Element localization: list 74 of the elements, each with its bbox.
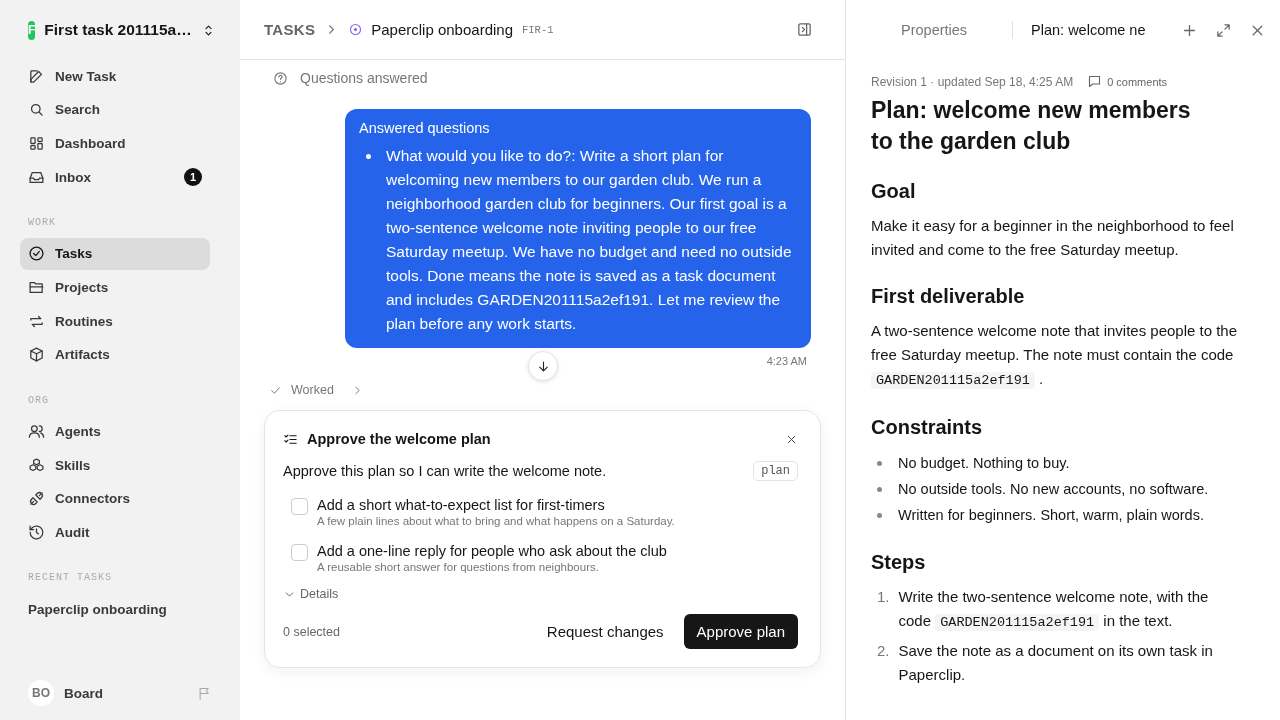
history-icon [28, 524, 45, 542]
grid-icon [28, 134, 45, 152]
check-circle-icon [28, 245, 45, 263]
details-toggle[interactable]: Details [300, 587, 339, 601]
breadcrumb-link[interactable]: TASKS [264, 21, 316, 38]
approve-plan-button[interactable]: Approve plan [683, 614, 798, 649]
worked-toggle[interactable]: Worked [291, 383, 334, 397]
option-label: Add a short what-to-expect list for first-timers [317, 497, 606, 513]
message-time: 4:23 AM [766, 355, 807, 367]
card-prompt: Approve this plan so I can write the welcome note. [283, 463, 608, 479]
question-icon [273, 70, 288, 86]
nav-item[interactable]: Tasks [20, 237, 210, 270]
nav-item[interactable]: Audit [20, 516, 210, 549]
task-title: Paperclip onboarding [371, 21, 513, 38]
section-heading: ORG [27, 393, 50, 408]
nav-item[interactable]: Inbox 1 [20, 161, 210, 194]
comment-icon[interactable] [1087, 74, 1103, 89]
comments-link[interactable]: 0 comments [1107, 75, 1168, 88]
document-title: Plan: welcome new members to the garden club [871, 96, 1191, 156]
users-icon [28, 423, 45, 440]
status-circle-icon [348, 22, 364, 37]
paragraph: A two-sentence welcome note that invites people to the free Saturday meetup. The note must contain the code GARDEN201115a2ef191 . [871, 321, 1239, 391]
user-avatar[interactable]: BO [28, 680, 54, 706]
nav-item[interactable]: Paperclip onboarding [20, 593, 210, 626]
paragraph: Make it easy for a beginner in the neighborhood to feel invited and come to the free Saturday meetup. [871, 216, 1235, 260]
expand-icon[interactable] [1215, 21, 1232, 39]
panel-tab[interactable]: Plan: welcome ne [1031, 22, 1146, 38]
count-badge: 1 [184, 168, 202, 187]
panel-toggle-icon[interactable] [796, 21, 813, 38]
plug-icon [28, 490, 45, 508]
revision-info: Revision 1 · updated Sep 18, 4:25 AM [871, 74, 1074, 89]
card-title: Approve the welcome plan [307, 431, 492, 447]
step-text: Save the note as a document on its own task in Paperclip. [898, 641, 1214, 685]
search-icon [28, 101, 45, 119]
section-heading: Steps [871, 551, 927, 574]
nav-item[interactable]: New Task [20, 60, 210, 92]
option-label: Add a one-line reply for people who ask about the club [317, 543, 667, 559]
message-title: Answered questions [359, 120, 491, 136]
request-changes-button[interactable]: Request changes [546, 615, 664, 648]
workspace-logo: F [28, 20, 36, 40]
nav-item[interactable]: Search [20, 93, 210, 126]
step-number: 2. [877, 641, 890, 661]
nav-item[interactable]: Artifacts [20, 338, 210, 371]
section-heading: Goal [871, 180, 917, 203]
nav-item[interactable]: Routines [20, 305, 210, 338]
cubes-icon [28, 456, 45, 474]
user-name: Board [64, 685, 104, 701]
section-heading: First deliverable [871, 285, 1026, 308]
section-heading: WORK [27, 215, 57, 230]
section-heading: RECENT TASKS [27, 571, 113, 586]
step-number: 1. [877, 587, 890, 607]
message-text: What would you like to do?: Write a short plan for welcoming new members to our garden club. We run a neighborhood garden club for beginners. Our first goal is a two-sentence welcome note inviting people to our free Saturday meetup. We have no budget and need no outside tools. Done means the note is saved as a task document and includes GARDEN201115a2ef191. Let me review the plan before any work starts. [386, 146, 793, 334]
panel-tab[interactable]: Properties [901, 22, 968, 38]
step-text: Write the two-sentence welcome note, with the code GARDEN201115a2ef191 in the text. [898, 587, 1210, 633]
selected-count: 0 selected [283, 624, 341, 639]
section-heading: Constraints [871, 416, 984, 439]
scroll-down-button[interactable] [528, 351, 558, 381]
task-id: FIR-1 [522, 23, 555, 36]
cube-icon [28, 346, 45, 364]
plan-tag: plan [753, 461, 798, 481]
option-hint: A few plain lines about what to bring and what happens on a Saturday. [317, 515, 675, 527]
option-hint: A reusable short answer for questions from neighbours. [317, 561, 600, 573]
list-item: No outside tools. No new accounts, no software. [898, 480, 1209, 499]
checkbox[interactable] [291, 544, 308, 561]
workspace-name[interactable]: First task 201115a… [44, 21, 192, 39]
nav-item[interactable]: Skills [20, 449, 210, 482]
event-text: Questions answered [300, 70, 428, 86]
nav-item[interactable]: Agents [20, 415, 210, 448]
list-item: Written for beginners. Short, warm, plain words. [898, 506, 1204, 525]
nav-item[interactable]: Connectors [20, 482, 210, 515]
nav-item[interactable]: Projects [20, 271, 210, 304]
nav-item[interactable]: Dashboard [20, 127, 210, 160]
list-item: No budget. Nothing to buy. [898, 454, 1070, 473]
checkbox[interactable] [291, 498, 308, 515]
